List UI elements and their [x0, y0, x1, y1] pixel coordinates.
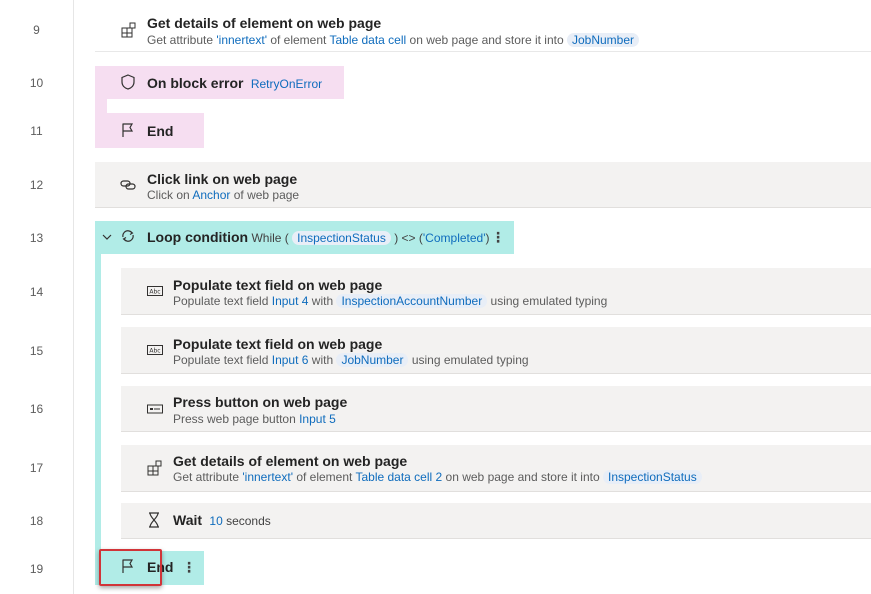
- action-press-button[interactable]: Press button on web page Press web page …: [121, 386, 871, 432]
- action-get-details-element[interactable]: Get details of element on web page Get a…: [95, 6, 871, 52]
- highlight-box: [99, 549, 162, 586]
- action-title: End: [147, 123, 174, 139]
- action-title: Populate text field on web page: [173, 336, 383, 352]
- variable-link: RetryOnError: [250, 77, 323, 91]
- action-description: Get attribute 'innertext' of element Tab…: [147, 33, 639, 47]
- action-title: Populate text field on web page: [173, 277, 383, 293]
- action-title: Click link on web page: [147, 171, 298, 187]
- action-populate-text-field[interactable]: Abc Populate text field on web page Popu…: [121, 327, 871, 374]
- action-description: Get attribute 'innertext' of element Tab…: [173, 470, 702, 484]
- action-populate-text-field[interactable]: Abc Populate text field on web page Popu…: [121, 268, 871, 315]
- hourglass-icon: [146, 512, 162, 528]
- get-details-icon: [147, 460, 163, 476]
- action-description: Populate text field Input 6 with JobNumb…: [173, 353, 529, 367]
- text-field-icon: Abc: [147, 342, 163, 358]
- action-title: Get details of element on web page: [147, 15, 382, 31]
- svg-text:Abc: Abc: [149, 348, 160, 355]
- wait-value: 10: [209, 514, 223, 528]
- line-number: 11: [30, 124, 43, 138]
- action-description: Click on Anchor of web page: [147, 188, 300, 202]
- variable-pill: JobNumber: [336, 353, 409, 367]
- line-number: 12: [29, 178, 44, 192]
- text-field-icon: Abc: [147, 283, 163, 299]
- action-get-details-element[interactable]: Get details of element on web page Get a…: [121, 445, 871, 492]
- action-title: Wait: [173, 512, 203, 528]
- variable-pill: InspectionStatus: [602, 470, 702, 484]
- line-number: 13: [29, 231, 44, 245]
- chevron-down-icon[interactable]: [99, 229, 115, 245]
- more-vertical-icon[interactable]: ⋮: [491, 230, 505, 244]
- shield-icon: [120, 74, 136, 90]
- action-end[interactable]: End: [95, 113, 204, 148]
- action-loop-condition[interactable]: Loop condition While ( InspectionStatus …: [95, 221, 514, 254]
- line-number: 18: [29, 514, 44, 528]
- svg-text:Abc: Abc: [149, 289, 160, 296]
- line-number: 15: [29, 344, 44, 358]
- action-title: Get details of element on web page: [173, 453, 408, 469]
- variable-pill: InspectionAccountNumber: [336, 294, 488, 308]
- action-title: Press button on web page: [173, 394, 348, 410]
- variable-pill: JobNumber: [566, 33, 639, 47]
- get-details-icon: [121, 22, 137, 38]
- line-number: 10: [29, 76, 44, 90]
- line-number: 19: [29, 562, 44, 576]
- error-block-rail: [95, 99, 107, 113]
- action-click-link[interactable]: Click link on web page Click on Anchor o…: [95, 162, 871, 208]
- action-title: Loop condition: [147, 229, 249, 245]
- link-icon: [120, 177, 136, 193]
- variable-pill: InspectionStatus: [292, 231, 391, 245]
- line-number: 16: [29, 402, 44, 416]
- line-number: 14: [29, 285, 44, 299]
- more-vertical-icon[interactable]: ⋮: [182, 560, 196, 574]
- loop-block-rail: [95, 254, 101, 552]
- flag-icon: [120, 122, 136, 138]
- action-wait[interactable]: Wait 10 seconds: [121, 503, 871, 539]
- action-description: Press web page button Input 5: [173, 412, 336, 426]
- button-icon: [147, 401, 163, 417]
- action-on-block-error[interactable]: On block error RetryOnError: [95, 66, 344, 99]
- loop-icon: [120, 228, 136, 244]
- action-title: On block error: [147, 75, 244, 91]
- line-number: 17: [29, 461, 44, 475]
- action-description: Populate text field Input 4 with Inspect…: [173, 294, 608, 308]
- line-number: 9: [33, 23, 40, 37]
